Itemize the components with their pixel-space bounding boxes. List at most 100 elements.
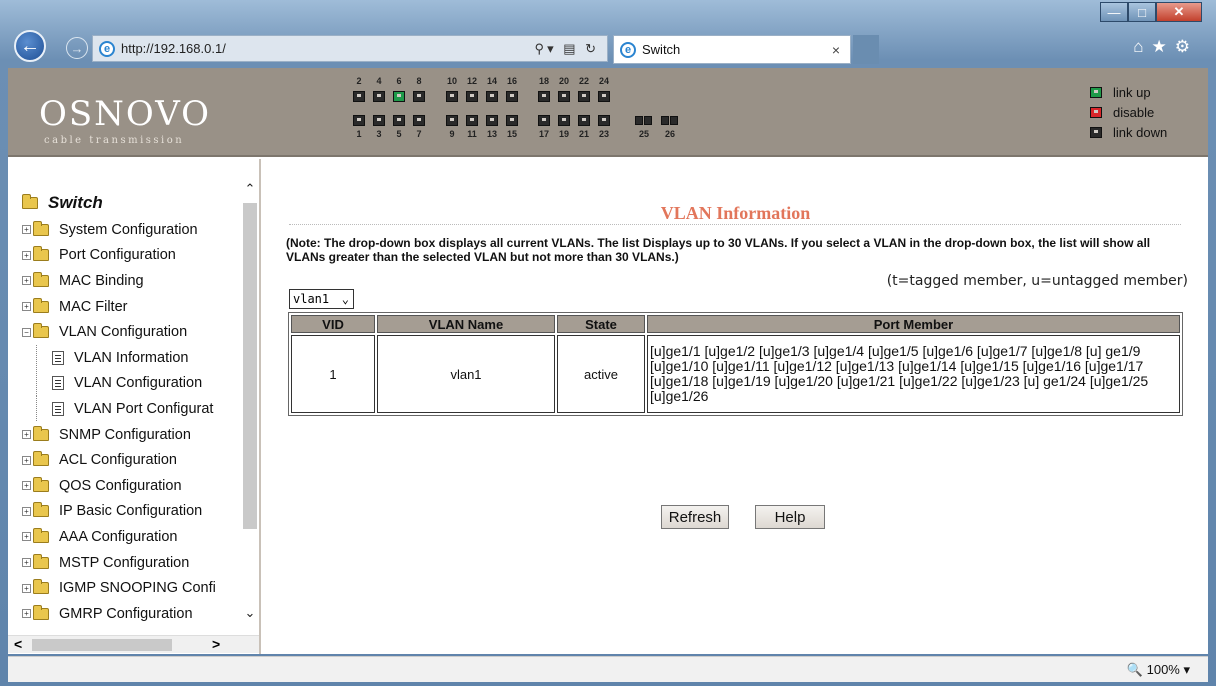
port-legend: link up disable link down	[1090, 82, 1167, 142]
zoom-level[interactable]: 🔍 100% ▾	[1127, 662, 1190, 678]
logo-subtitle: cable transmission	[44, 135, 185, 146]
expand-icon[interactable]: +	[22, 532, 31, 542]
folder-open-icon	[22, 194, 38, 209]
favorites-icon[interactable]: ★	[1152, 37, 1175, 56]
port-21-icon[interactable]	[578, 115, 590, 126]
gear-icon[interactable]: ⚙	[1175, 37, 1198, 56]
toolbar-icons: ⌂★⚙	[1133, 37, 1198, 57]
expand-icon[interactable]: +	[22, 276, 31, 286]
port-16-icon[interactable]	[506, 91, 518, 102]
expand-icon[interactable]: +	[22, 558, 31, 568]
sfp-port-26-icon[interactable]	[661, 116, 669, 125]
help-button[interactable]: Help	[755, 505, 825, 529]
sidebar-item-mac-filter[interactable]: + MAC Filter	[22, 294, 216, 320]
expand-icon[interactable]: +	[22, 302, 31, 312]
port-8-icon[interactable]	[413, 91, 425, 102]
sidebar-item-igmp-snooping-confi[interactable]: + IGMP SNOOPING Confi	[22, 575, 216, 601]
scroll-down-icon[interactable]: ⌄	[241, 605, 259, 621]
sidebar-subitem-vlan-information[interactable]: VLAN Information	[22, 345, 216, 371]
sidebar-item-gmrp-configuration[interactable]: + GMRP Configuration	[22, 601, 216, 627]
sidebar-subitem-vlan-configuration[interactable]: VLAN Configuration	[22, 370, 216, 397]
expand-icon[interactable]: +	[22, 430, 31, 440]
tree-connector	[36, 370, 48, 396]
expand-icon[interactable]: +	[22, 481, 31, 491]
expand-icon[interactable]: +	[22, 609, 31, 619]
port-17-icon[interactable]	[538, 115, 550, 126]
minimize-icon[interactable]: —	[1100, 2, 1128, 22]
sfp-port-26-icon[interactable]	[670, 116, 678, 125]
sidebar-item-vlan-configuration[interactable]: − VLAN Configuration	[22, 319, 216, 345]
expand-icon[interactable]: +	[22, 225, 31, 235]
new-tab-button[interactable]	[853, 35, 879, 64]
expand-icon[interactable]: +	[22, 506, 31, 516]
expand-icon[interactable]: +	[22, 583, 31, 593]
back-arrow-icon[interactable]: ←	[14, 30, 46, 62]
table-row: 1 vlan1 active [u]ge1/1 [u]ge1/2 [u]ge1/…	[291, 335, 1180, 413]
collapse-icon[interactable]: −	[22, 327, 31, 337]
close-icon[interactable]: ✕	[1156, 2, 1202, 22]
port-13-icon[interactable]	[486, 115, 498, 126]
port-14-icon[interactable]	[486, 91, 498, 102]
address-bar[interactable]: e http://192.168.0.1/ ⚲▾ ▤ ↻	[92, 35, 608, 62]
sidebar-item-label: MAC Filter	[59, 298, 128, 315]
port-4-icon[interactable]	[373, 91, 385, 102]
page-title: VLAN Information	[660, 203, 811, 223]
legend-item: link up	[1090, 82, 1167, 102]
expand-icon[interactable]: +	[22, 455, 31, 465]
search-refresh-icons[interactable]: ⚲▾ ▤ ↻	[535, 41, 599, 57]
scroll-left-icon[interactable]: <	[14, 636, 22, 652]
sidebar-item-qos-configuration[interactable]: + QOS Configuration	[22, 473, 216, 499]
sidebar-item-snmp-configuration[interactable]: + SNMP Configuration	[22, 422, 216, 448]
scroll-right-icon[interactable]: >	[212, 636, 220, 652]
home-icon[interactable]: ⌂	[1133, 37, 1151, 56]
sidebar-item-aaa-configuration[interactable]: + AAA Configuration	[22, 524, 216, 550]
port-19-icon[interactable]	[558, 115, 570, 126]
sfp-port-25-icon[interactable]	[644, 116, 652, 125]
port-7-icon[interactable]	[413, 115, 425, 126]
sidebar-item-label: VLAN Configuration	[74, 375, 203, 392]
port-20-icon[interactable]	[558, 91, 570, 102]
port-6-icon[interactable]	[393, 91, 405, 102]
document-icon	[52, 350, 64, 365]
maximize-icon[interactable]: □	[1128, 2, 1156, 22]
zoom-value: 100%	[1146, 662, 1180, 677]
port-15-icon[interactable]	[506, 115, 518, 126]
port-5-icon[interactable]	[393, 115, 405, 126]
scroll-up-icon[interactable]: ⌃	[241, 181, 259, 197]
expand-icon[interactable]: +	[22, 250, 31, 260]
port-status-icon	[1090, 86, 1102, 98]
refresh-button[interactable]: Refresh	[661, 505, 729, 529]
port-2-icon[interactable]	[353, 91, 365, 102]
scroll-thumb[interactable]	[243, 203, 257, 529]
port-24-icon[interactable]	[598, 91, 610, 102]
port-10-icon[interactable]	[446, 91, 458, 102]
tree-root[interactable]: Switch	[22, 193, 216, 213]
port-number-label: 15	[506, 129, 517, 139]
port-22-icon[interactable]	[578, 91, 590, 102]
port-23-icon[interactable]	[598, 115, 610, 126]
sidebar-item-system-configuration[interactable]: + System Configuration	[22, 217, 216, 243]
sfp-port-25-icon[interactable]	[635, 116, 643, 125]
port-11-icon[interactable]	[466, 115, 478, 126]
sidebar-subitem-vlan-port-configurat[interactable]: VLAN Port Configurat	[22, 396, 216, 422]
tab-switch[interactable]: e Switch ×	[613, 35, 851, 64]
port-18-icon[interactable]	[538, 91, 550, 102]
port-9-icon[interactable]	[446, 115, 458, 126]
port-1-icon[interactable]	[353, 115, 365, 126]
tab-close-icon[interactable]: ×	[832, 42, 840, 58]
sidebar-item-mstp-configuration[interactable]: + MSTP Configuration	[22, 550, 216, 576]
member-legend: (t=tagged member, u=untagged member)	[886, 273, 1188, 289]
sidebar-item-acl-configuration[interactable]: + ACL Configuration	[22, 447, 216, 473]
vertical-scrollbar[interactable]: ⌃ ⌄	[241, 169, 259, 629]
document-icon	[52, 376, 64, 391]
sidebar-item-ip-basic-configuration[interactable]: + IP Basic Configuration	[22, 499, 216, 525]
horizontal-scrollbar[interactable]: < >	[8, 635, 259, 653]
forward-arrow-icon[interactable]: →	[66, 37, 88, 59]
sidebar-item-port-configuration[interactable]: + Port Configuration	[22, 243, 216, 269]
hscroll-thumb[interactable]	[32, 639, 172, 651]
vlan-select[interactable]: vlan1 ⌄	[289, 289, 354, 309]
port-12-icon[interactable]	[466, 91, 478, 102]
port-number-label: 24	[598, 76, 609, 86]
port-3-icon[interactable]	[373, 115, 385, 126]
sidebar-item-mac-binding[interactable]: + MAC Binding	[22, 268, 216, 294]
